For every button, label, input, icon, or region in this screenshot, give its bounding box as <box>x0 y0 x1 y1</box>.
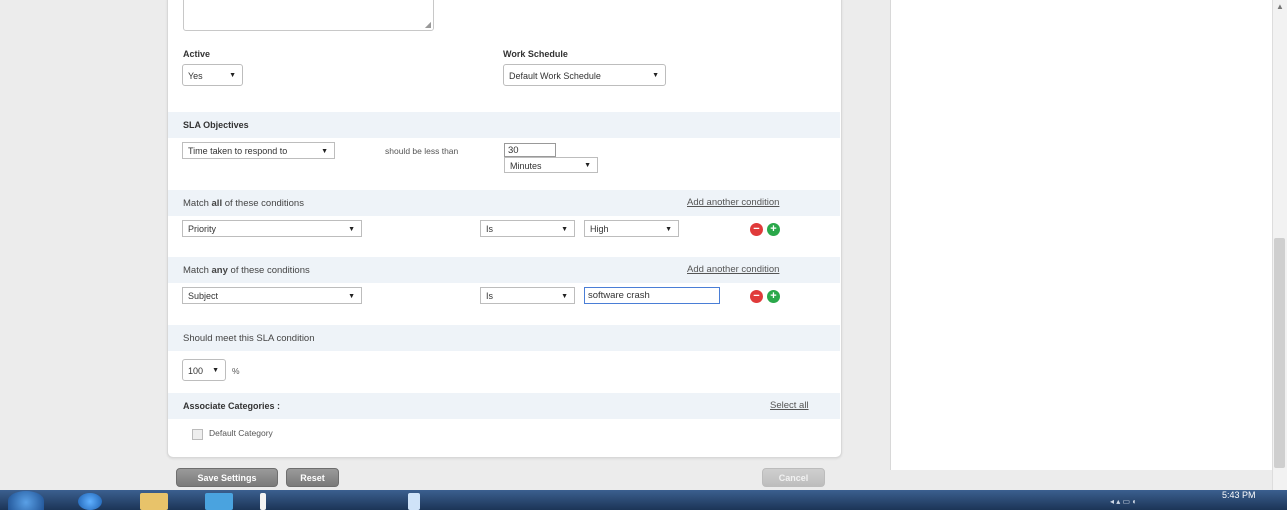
match-any-label: Match any of these conditions <box>183 265 310 276</box>
default-category-checkbox[interactable] <box>192 429 203 440</box>
objective-metric-select[interactable]: Time taken to respond to ▼ <box>182 142 335 159</box>
all-condition-value: High <box>590 224 609 234</box>
objective-unit-select[interactable]: Minutes ▼ <box>504 157 598 173</box>
add-condition-icon[interactable]: + <box>767 290 780 303</box>
percent-sign: % <box>232 366 240 376</box>
any-condition-operator-value: Is <box>486 291 494 301</box>
chevron-down-icon: ▼ <box>321 148 328 155</box>
right-side-panel <box>890 0 1273 470</box>
tray-icons[interactable]: ◂ ▴ ▭ ◐ <box>1110 497 1137 506</box>
sla-objectives-label: SLA Objectives <box>183 120 249 130</box>
work-schedule-select[interactable]: Default Work Schedule ▼ <box>503 64 666 86</box>
sla-objectives-header <box>168 112 840 138</box>
cancel-button[interactable]: Cancel <box>762 468 825 487</box>
active-label: Active <box>183 49 211 59</box>
add-condition-icon[interactable]: + <box>767 223 780 236</box>
add-another-condition-link-all[interactable]: Add another condition <box>687 197 779 208</box>
chevron-down-icon: ▼ <box>212 367 219 374</box>
all-condition-operator-value: Is <box>486 224 494 234</box>
chevron-down-icon: ▼ <box>561 293 568 300</box>
objective-operator-text: should be less than <box>385 146 459 156</box>
associate-categories-label: Associate Categories : <box>183 401 281 411</box>
chevron-down-icon: ▼ <box>348 226 355 233</box>
app-icon[interactable] <box>260 493 266 510</box>
match-all-label: Match all of these conditions <box>183 198 304 209</box>
add-another-condition-link-any[interactable]: Add another condition <box>687 264 779 275</box>
objective-unit-value: Minutes <box>510 161 542 171</box>
default-category-label: Default Category <box>209 428 273 438</box>
taskbar-clock[interactable]: 5:43 PM <box>1222 490 1256 500</box>
all-condition-field-select[interactable]: Priority ▼ <box>182 220 362 237</box>
save-settings-button[interactable]: Save Settings <box>176 468 278 487</box>
active-select[interactable]: Yes ▼ <box>182 64 243 86</box>
work-schedule-value: Default Work Schedule <box>509 71 601 81</box>
start-button-icon[interactable] <box>8 491 44 510</box>
browser-icon[interactable] <box>78 493 102 510</box>
resize-grip-icon[interactable]: ◢ <box>425 20 431 29</box>
scroll-up-arrow-icon[interactable]: ▲ <box>1276 2 1284 11</box>
should-meet-label: Should meet this SLA condition <box>183 333 315 344</box>
all-condition-operator-select[interactable]: Is ▼ <box>480 220 575 237</box>
select-all-link[interactable]: Select all <box>770 400 809 411</box>
percent-select[interactable]: 100 ▼ <box>182 359 226 381</box>
work-schedule-label: Work Schedule <box>503 49 568 59</box>
reset-button[interactable]: Reset <box>286 468 339 487</box>
chevron-down-icon: ▼ <box>348 293 355 300</box>
any-condition-field-value: Subject <box>188 291 219 301</box>
scrollbar-thumb[interactable] <box>1274 238 1285 468</box>
all-condition-value-select[interactable]: High ▼ <box>584 220 679 237</box>
remove-condition-icon[interactable]: − <box>750 290 763 303</box>
objective-value-input[interactable]: 30 <box>504 143 556 157</box>
chevron-down-icon: ▼ <box>584 162 591 169</box>
document-icon[interactable] <box>408 493 420 510</box>
remove-condition-icon[interactable]: − <box>750 223 763 236</box>
any-condition-operator-select[interactable]: Is ▼ <box>480 287 575 304</box>
percent-select-value: 100 <box>188 366 204 376</box>
media-icon[interactable] <box>205 493 233 510</box>
windows-taskbar <box>0 490 1287 510</box>
chevron-down-icon: ▼ <box>229 72 236 79</box>
description-textarea[interactable]: ◢ <box>183 0 434 31</box>
objective-metric-value: Time taken to respond to <box>188 146 288 156</box>
active-select-value: Yes <box>188 71 203 81</box>
all-condition-field-value: Priority <box>188 224 217 234</box>
any-condition-field-select[interactable]: Subject ▼ <box>182 287 362 304</box>
chevron-down-icon: ▼ <box>652 72 659 79</box>
any-condition-value-input[interactable]: software crash <box>584 287 720 304</box>
chevron-down-icon: ▼ <box>665 226 672 233</box>
folder-icon[interactable] <box>140 493 168 510</box>
chevron-down-icon: ▼ <box>561 226 568 233</box>
